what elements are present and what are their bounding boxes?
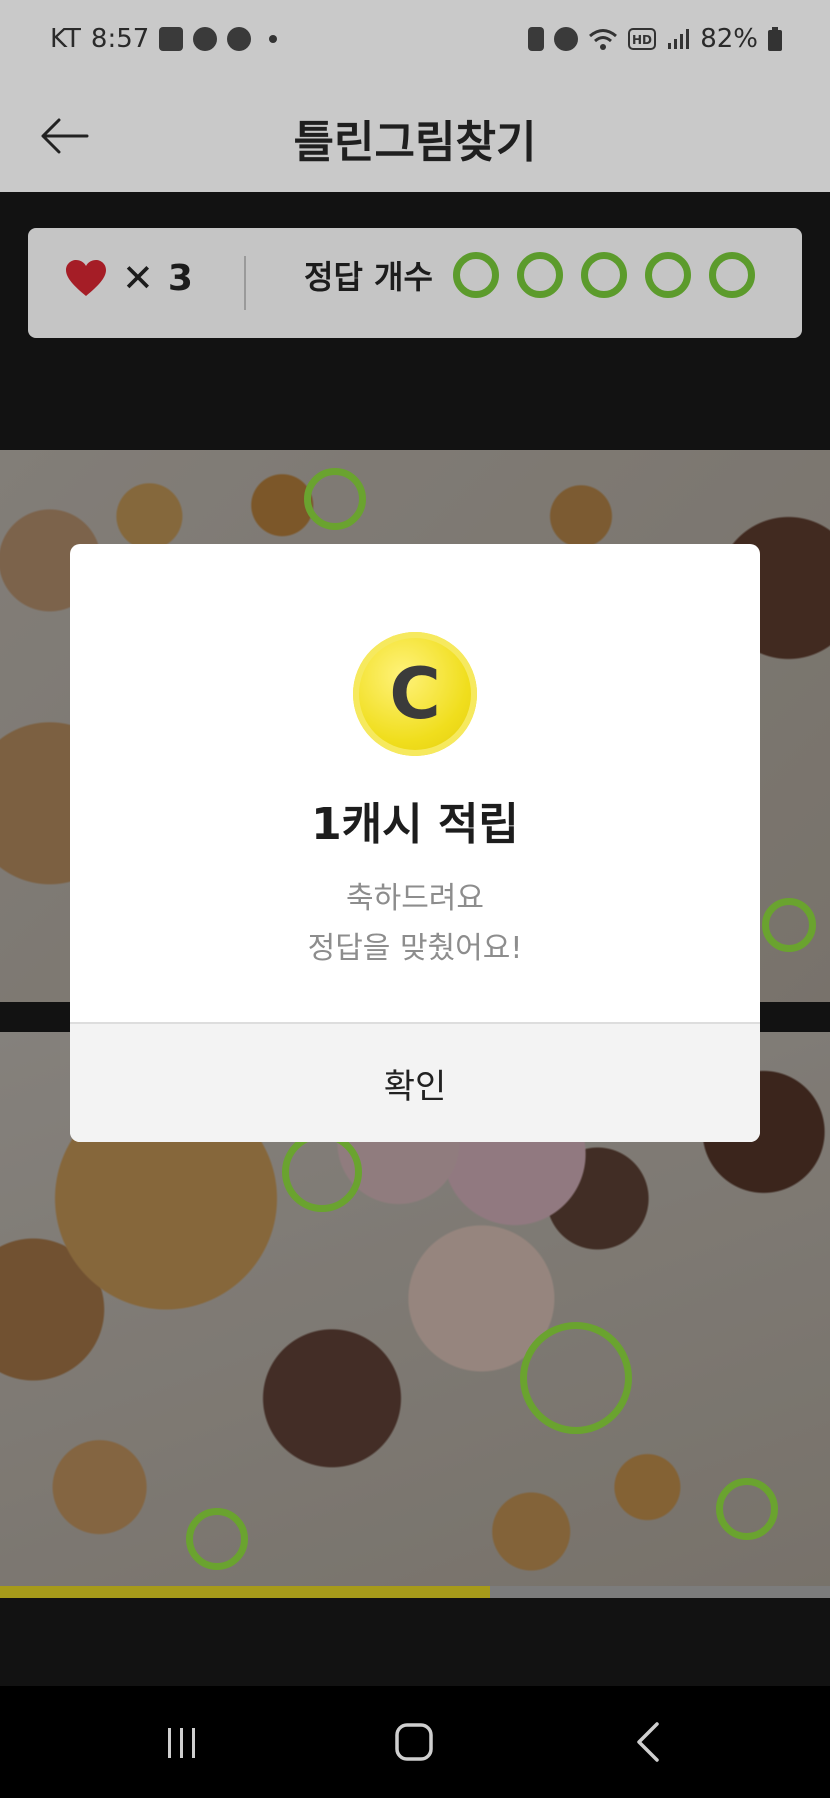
answer-slot: [580, 252, 627, 298]
system-nav-bar: [0, 1686, 830, 1798]
reward-dialog: C 1캐시 적립 축하드려요 정답을 맞췄어요! 확인: [70, 544, 760, 1142]
dialog-message-line: 정답을 맞췄어요!: [307, 931, 523, 966]
dialog-message: 축하드려요 정답을 맞췄어요!: [70, 874, 760, 974]
answer-slot: [516, 252, 563, 298]
timer-progress-bar: [0, 1586, 830, 1598]
alarm-icon: [554, 27, 579, 51]
cash-coin-icon: C: [353, 632, 477, 756]
answer-slot: [452, 252, 499, 298]
battery-level: 82%: [700, 24, 758, 54]
app-header: 틀린그림찾기: [0, 80, 830, 192]
confirm-button[interactable]: 확인: [70, 1022, 760, 1142]
times-symbol: ✕: [122, 256, 154, 300]
divider: [244, 256, 246, 310]
svg-text:HD: HD: [632, 33, 652, 47]
gallery-icon: [159, 27, 184, 51]
home-button[interactable]: [384, 1714, 444, 1770]
more-notifications-icon: [269, 35, 278, 43]
answer-counter: 정답 개수: [304, 252, 755, 298]
timer-progress-fill: [0, 1586, 490, 1598]
lives-counter: ✕ 3: [64, 256, 193, 300]
status-bar: KT 8:57 HD 82%: [0, 0, 830, 80]
confirm-label: 확인: [383, 1066, 447, 1107]
answer-slot: [708, 252, 755, 298]
app-icon: [227, 27, 252, 51]
dialog-title: 1캐시 적립: [311, 799, 519, 850]
heart-icon: [66, 260, 106, 296]
lives-count: 3: [167, 257, 193, 299]
answers-label: 정답 개수: [304, 258, 433, 296]
home-icon: [395, 1723, 433, 1761]
recent-apps-button[interactable]: [152, 1714, 212, 1770]
carrier-label: KT: [50, 24, 81, 54]
found-difference-marker: [186, 1508, 248, 1570]
app-icon: [193, 27, 218, 51]
score-card: ✕ 3 정답 개수: [28, 228, 802, 338]
system-back-icon: [637, 1722, 659, 1762]
found-difference-marker: [282, 1132, 362, 1212]
recent-apps-icon: [168, 1728, 195, 1758]
found-difference-marker: [762, 898, 816, 952]
coin-letter: C: [389, 653, 441, 735]
found-difference-marker: [520, 1322, 632, 1434]
hd-icon: HD: [628, 28, 657, 50]
clock: 8:57: [90, 24, 150, 54]
found-difference-marker: [304, 468, 366, 530]
answer-slot: [644, 252, 691, 298]
system-back-button[interactable]: [618, 1714, 678, 1770]
dialog-message-line: 축하드려요: [346, 881, 484, 916]
signal-icon: [668, 29, 690, 49]
battery-saver-icon: [528, 27, 545, 51]
found-difference-marker: [716, 1478, 778, 1540]
battery-icon: [768, 27, 782, 51]
wifi-icon: [589, 29, 618, 50]
page-title: 틀린그림찾기: [293, 117, 537, 168]
